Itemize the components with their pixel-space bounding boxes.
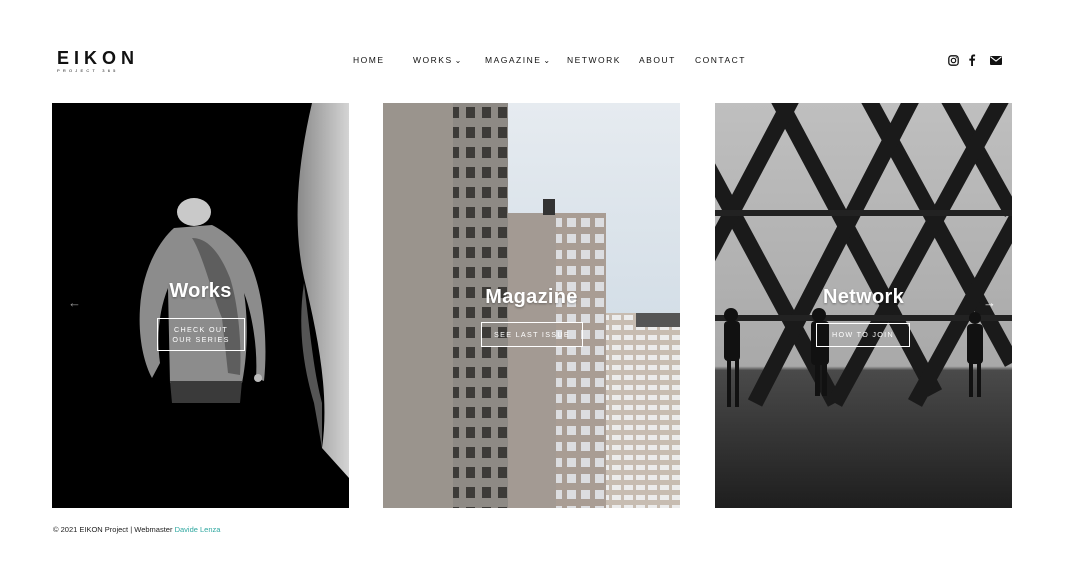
nav-works[interactable]: WORKS ⌄ <box>413 55 463 65</box>
card-network-title: Network <box>822 286 904 308</box>
nav-works-label: WORKS <box>413 55 453 65</box>
logo-title: EIKON <box>57 48 140 68</box>
arrow-left-icon[interactable]: ← <box>68 295 81 310</box>
facebook-icon[interactable] <box>965 53 979 67</box>
nav-magazine-label: MAGAZINE <box>485 55 542 65</box>
logo[interactable]: EIKON PROJECT 365 <box>57 49 139 73</box>
chevron-down-icon: ⌄ <box>454 56 463 65</box>
chevron-down-icon: ⌄ <box>543 56 552 65</box>
works-photo <box>52 103 349 508</box>
footer-webmaster-link[interactable]: Davide Lenza <box>175 525 221 534</box>
nav-magazine[interactable]: MAGAZINE ⌄ <box>485 55 552 65</box>
nav-about[interactable]: ABOUT <box>639 55 676 65</box>
check-out-series-button[interactable]: CHECK OUT OUR SERIES <box>157 318 245 351</box>
email-icon[interactable] <box>989 53 1003 67</box>
nav-contact[interactable]: CONTACT <box>695 55 746 65</box>
card-magazine-title: Magazine <box>485 286 578 308</box>
footer: © 2021 EIKON Project | Webmaster Davide … <box>53 525 220 534</box>
arrow-right-icon[interactable]: → <box>983 295 996 310</box>
logo-subtitle: PROJECT 365 <box>57 68 119 73</box>
nav-network[interactable]: NETWORK <box>567 55 621 65</box>
footer-copyright: © 2021 EIKON Project | Webmaster <box>53 525 173 534</box>
card-network[interactable]: Network HOW TO JOIN <box>715 103 1012 508</box>
see-last-issue-button[interactable]: SEE LAST ISSUE <box>481 322 583 347</box>
nav-home[interactable]: HOME <box>353 55 385 65</box>
card-works-title: Works <box>169 280 232 302</box>
card-magazine[interactable]: Magazine SEE LAST ISSUE <box>383 103 680 508</box>
card-works[interactable]: Works CHECK OUT OUR SERIES <box>52 103 349 508</box>
instagram-icon[interactable] <box>946 53 960 67</box>
how-to-join-button[interactable]: HOW TO JOIN <box>816 323 910 347</box>
